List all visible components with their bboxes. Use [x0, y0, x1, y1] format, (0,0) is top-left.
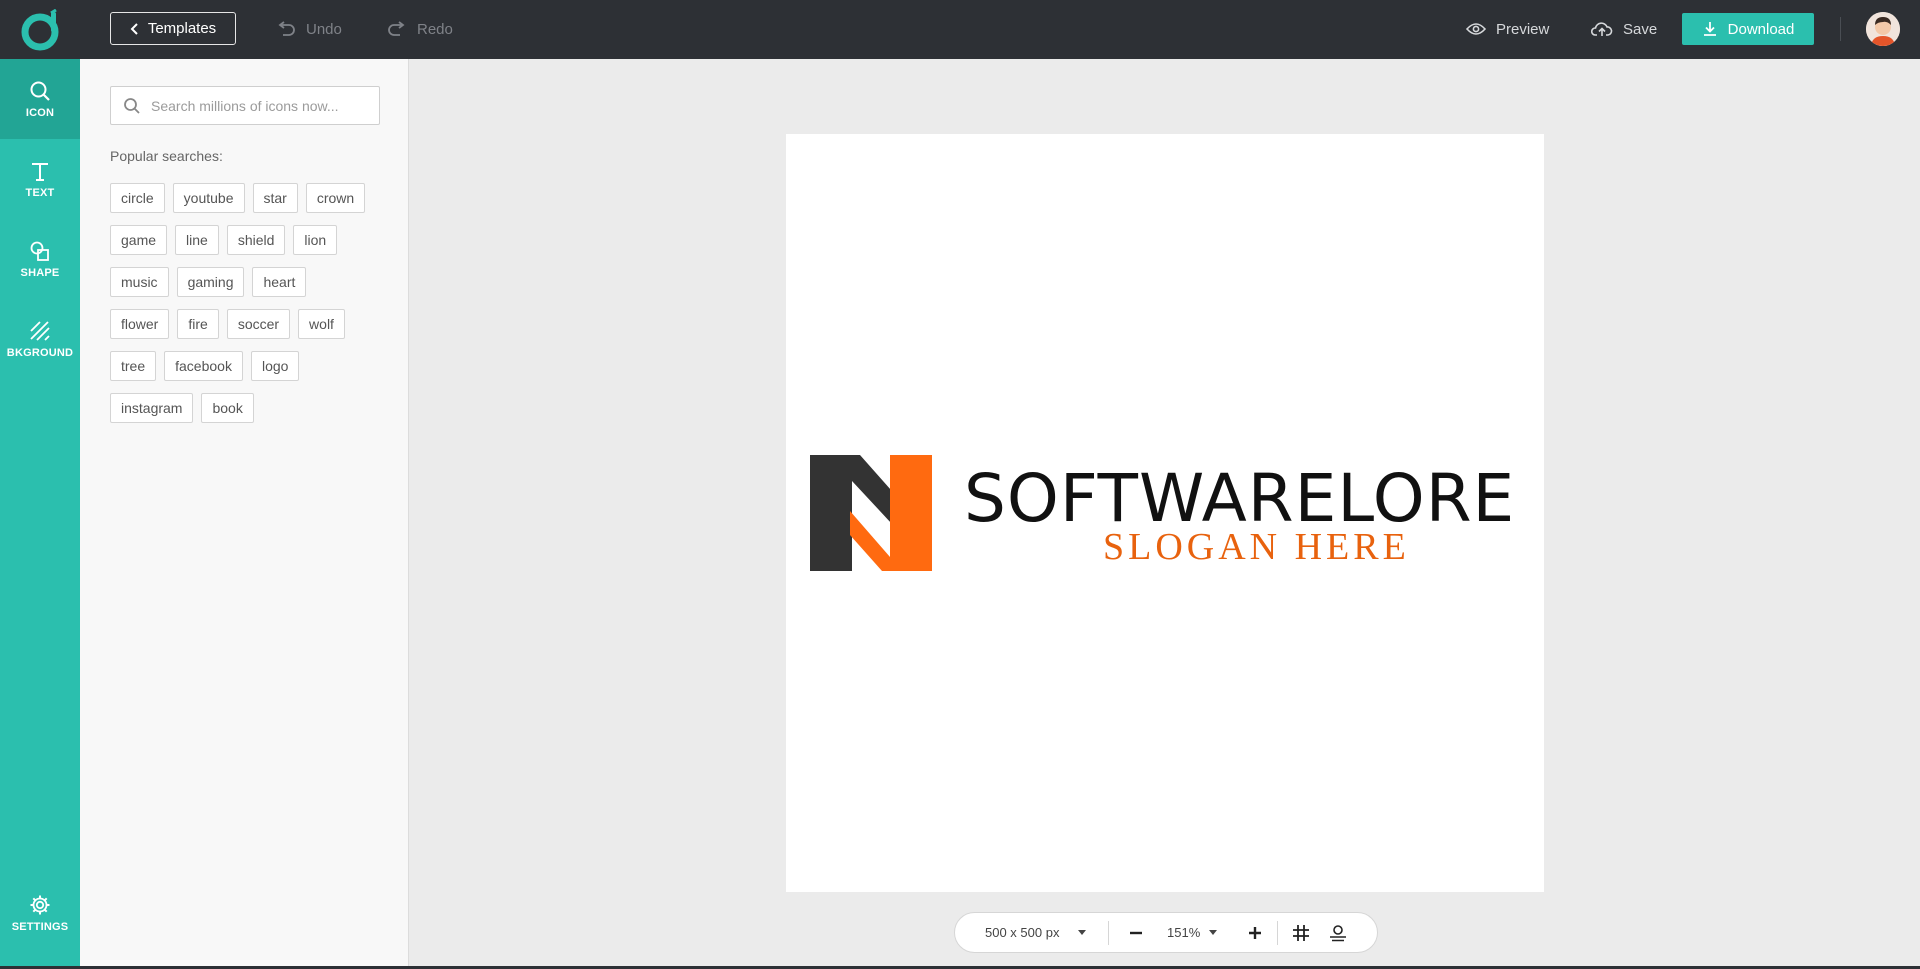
icon-search-box	[110, 86, 380, 125]
undo-label: Undo	[306, 20, 342, 38]
popular-search-chip[interactable]: soccer	[226, 309, 291, 339]
zoom-label: 151%	[1167, 925, 1201, 940]
undo-button[interactable]: Undo	[276, 14, 342, 44]
popular-search-chip[interactable]: youtube	[172, 183, 245, 213]
redo-button[interactable]: Redo	[387, 14, 453, 44]
templates-label: Templates	[147, 20, 217, 37]
grid-icon	[1293, 924, 1309, 941]
popular-search-chip[interactable]: lion	[293, 225, 338, 255]
zoom-out-button[interactable]	[1129, 913, 1143, 952]
caret-down-icon	[1209, 929, 1218, 935]
chip-row: game line shield lion	[110, 225, 400, 255]
grid-toggle-button[interactable]	[1292, 913, 1310, 952]
popular-search-chip[interactable]: line	[175, 225, 219, 255]
popular-search-chip[interactable]: crown	[305, 183, 366, 213]
topbar-divider	[1840, 17, 1841, 41]
rail-label-background: BKGROUND	[6, 346, 74, 359]
rail-item-icon[interactable]: ICON	[0, 59, 80, 139]
popular-search-chip[interactable]: shield	[226, 225, 286, 255]
popular-search-chip[interactable]: logo	[250, 351, 300, 381]
shape-icon	[30, 241, 49, 261]
search-icon	[30, 81, 50, 101]
popular-search-chip[interactable]: fire	[177, 309, 219, 339]
download-button[interactable]: Download	[1682, 13, 1814, 45]
popular-search-chip[interactable]: instagram	[110, 393, 194, 423]
popular-search-chip[interactable]: facebook	[164, 351, 243, 381]
plus-icon	[1249, 926, 1261, 939]
save-button[interactable]: Save	[1591, 14, 1657, 44]
chip-row: circle youtube star crown	[110, 183, 400, 213]
rail-label-settings: SETTINGS	[11, 920, 69, 933]
rail-item-shape[interactable]: SHAPE	[0, 219, 80, 299]
zoom-in-button[interactable]	[1248, 913, 1262, 952]
brand-name-text[interactable]: SOFTWARELORE	[964, 466, 1515, 532]
app-logo-icon	[21, 8, 59, 51]
rail-label-icon: ICON	[25, 106, 55, 119]
templates-button[interactable]: Templates	[110, 12, 236, 45]
chip-row: tree facebook logo	[110, 351, 400, 381]
download-icon	[1703, 22, 1716, 36]
align-tool-button[interactable]	[1329, 913, 1347, 952]
popular-search-chip[interactable]: gaming	[176, 267, 245, 297]
popular-search-chip[interactable]: star	[252, 183, 298, 213]
redo-label: Redo	[417, 20, 453, 38]
redo-icon	[388, 21, 405, 36]
canvas-toolbar: 500 x 500 px 151%	[954, 912, 1378, 953]
cloud-upload-icon	[1591, 22, 1613, 36]
caret-down-icon	[1078, 929, 1087, 935]
preview-button[interactable]: Preview	[1466, 14, 1549, 44]
rail-item-settings[interactable]: SETTINGS	[0, 873, 80, 953]
download-label: Download	[1727, 20, 1795, 38]
align-center-icon	[1330, 924, 1346, 941]
top-bar: Templates Undo Redo Preview Save Downloa…	[0, 0, 1920, 59]
canvas-size-select[interactable]: 500 x 500 px	[985, 913, 1087, 952]
search-icon	[124, 98, 140, 114]
user-avatar[interactable]	[1866, 12, 1900, 46]
minus-icon	[1130, 931, 1142, 934]
popular-search-chip[interactable]: music	[110, 267, 169, 297]
popular-search-chip[interactable]: flower	[110, 309, 170, 339]
eye-icon	[1466, 23, 1486, 35]
chevron-left-icon	[130, 22, 138, 35]
popular-searches-list: circle youtube star crown game line shield lion…	[110, 183, 400, 435]
rail-item-text[interactable]: TEXT	[0, 139, 80, 219]
popular-search-chip[interactable]: game	[110, 225, 168, 255]
chip-row: instagram book	[110, 393, 400, 423]
rail-label-text: TEXT	[25, 186, 55, 199]
background-icon	[30, 320, 50, 341]
n-monogram-logo[interactable]	[810, 455, 932, 571]
popular-search-chip[interactable]: tree	[110, 351, 157, 381]
slogan-text[interactable]: SLOGAN HERE	[1103, 528, 1410, 566]
toolbar-separator	[1108, 921, 1109, 945]
popular-search-chip[interactable]: heart	[252, 267, 307, 297]
text-icon	[32, 162, 48, 181]
zoom-select[interactable]: 151%	[1167, 913, 1218, 952]
rail-item-background[interactable]: BKGROUND	[0, 299, 80, 379]
popular-search-chip[interactable]: wolf	[298, 309, 345, 339]
chip-row: music gaming heart	[110, 267, 400, 297]
popular-search-chip[interactable]: book	[201, 393, 254, 423]
preview-label: Preview	[1496, 20, 1550, 38]
app-logo[interactable]	[20, 8, 62, 51]
avatar-icon	[1866, 12, 1900, 46]
gear-icon	[30, 895, 50, 914]
tool-rail: ICON TEXT SHAPE BKGROUND SETTINGS	[0, 59, 80, 969]
rail-label-shape: SHAPE	[20, 266, 60, 279]
chip-row: flower fire soccer wolf	[110, 309, 400, 339]
undo-icon	[278, 21, 295, 36]
canvas-size-label: 500 x 500 px	[985, 925, 1060, 940]
popular-search-chip[interactable]: circle	[110, 183, 165, 213]
popular-searches-title: Popular searches:	[110, 148, 223, 164]
save-label: Save	[1623, 20, 1658, 38]
icon-search-input[interactable]	[151, 87, 373, 124]
toolbar-separator	[1277, 921, 1278, 945]
icon-panel: Popular searches: circleyoutubestarcrown…	[80, 59, 409, 969]
